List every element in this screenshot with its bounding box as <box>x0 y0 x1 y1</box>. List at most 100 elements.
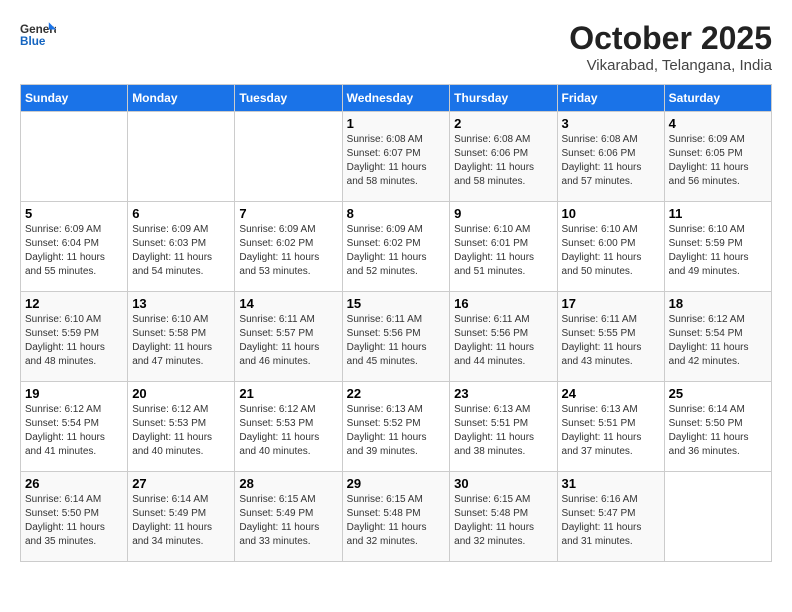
table-row <box>128 112 235 202</box>
day-info: Sunrise: 6:08 AM Sunset: 6:06 PM Dayligh… <box>454 133 552 189</box>
day-number: 25 <box>669 386 767 401</box>
table-row: 25 Sunrise: 6:14 AM Sunset: 5:50 PM Dayli… <box>664 382 771 472</box>
day-number: 24 <box>562 386 660 401</box>
day-info: Sunrise: 6:10 AM Sunset: 6:01 PM Dayligh… <box>454 223 552 279</box>
day-info: Sunrise: 6:10 AM Sunset: 5:59 PM Dayligh… <box>25 313 123 369</box>
day-number: 14 <box>239 296 337 311</box>
day-info: Sunrise: 6:09 AM Sunset: 6:04 PM Dayligh… <box>25 223 123 279</box>
day-info: Sunrise: 6:13 AM Sunset: 5:51 PM Dayligh… <box>562 403 660 459</box>
day-info: Sunrise: 6:08 AM Sunset: 6:07 PM Dayligh… <box>347 133 446 189</box>
day-number: 11 <box>669 206 767 221</box>
table-row: 6Sunrise: 6:09 AM Sunset: 6:03 PM Daylig… <box>128 202 235 292</box>
day-info: Sunrise: 6:14 AM Sunset: 5:50 PM Dayligh… <box>669 403 767 459</box>
day-info: Sunrise: 6:16 AM Sunset: 5:47 PM Dayligh… <box>562 493 660 549</box>
header-tuesday: Tuesday <box>235 85 342 112</box>
day-info: Sunrise: 6:12 AM Sunset: 5:53 PM Dayligh… <box>239 403 337 459</box>
day-info: Sunrise: 6:14 AM Sunset: 5:49 PM Dayligh… <box>132 493 230 549</box>
day-number: 9 <box>454 206 552 221</box>
day-number: 26 <box>25 476 123 491</box>
day-number: 7 <box>239 206 337 221</box>
table-row: 1 Sunrise: 6:08 AM Sunset: 6:07 PM Daylig… <box>342 112 450 202</box>
day-info: Sunrise: 6:12 AM Sunset: 5:53 PM Dayligh… <box>132 403 230 459</box>
day-number: 20 <box>132 386 230 401</box>
day-info: Sunrise: 6:13 AM Sunset: 5:51 PM Dayligh… <box>454 403 552 459</box>
day-info: Sunrise: 6:10 AM Sunset: 6:00 PM Dayligh… <box>562 223 660 279</box>
table-row: 4 Sunrise: 6:09 AM Sunset: 6:05 PM Daylig… <box>664 112 771 202</box>
table-row <box>21 112 128 202</box>
table-row: 22 Sunrise: 6:13 AM Sunset: 5:52 PM Dayli… <box>342 382 450 472</box>
calendar-week-row: 12 Sunrise: 6:10 AM Sunset: 5:59 PM Dayli… <box>21 292 772 382</box>
table-row: 24 Sunrise: 6:13 AM Sunset: 5:51 PM Dayli… <box>557 382 664 472</box>
header-thursday: Thursday <box>450 85 557 112</box>
day-info: Sunrise: 6:14 AM Sunset: 5:50 PM Dayligh… <box>25 493 123 549</box>
logo: General Blue <box>20 20 56 48</box>
day-number: 16 <box>454 296 552 311</box>
day-info: Sunrise: 6:08 AM Sunset: 6:06 PM Dayligh… <box>562 133 660 189</box>
day-number: 28 <box>239 476 337 491</box>
table-row: 29Sunrise: 6:15 AM Sunset: 5:48 PM Dayli… <box>342 472 450 562</box>
table-row: 18 Sunrise: 6:12 AM Sunset: 5:54 PM Dayli… <box>664 292 771 382</box>
day-number: 31 <box>562 476 660 491</box>
table-row: 7 Sunrise: 6:09 AM Sunset: 6:02 PM Daylig… <box>235 202 342 292</box>
logo-icon: General Blue <box>20 20 56 48</box>
table-row: 12 Sunrise: 6:10 AM Sunset: 5:59 PM Dayli… <box>21 292 128 382</box>
table-row: 2Sunrise: 6:08 AM Sunset: 6:06 PM Daylig… <box>450 112 557 202</box>
day-number: 3 <box>562 116 660 131</box>
day-number: 30 <box>454 476 552 491</box>
day-info: Sunrise: 6:12 AM Sunset: 5:54 PM Dayligh… <box>669 313 767 369</box>
month-title: October 2025 <box>569 20 772 57</box>
table-row: 15 Sunrise: 6:11 AM Sunset: 5:56 PM Dayli… <box>342 292 450 382</box>
table-row: 30 Sunrise: 6:15 AM Sunset: 5:48 PM Dayli… <box>450 472 557 562</box>
table-row: 21 Sunrise: 6:12 AM Sunset: 5:53 PM Dayli… <box>235 382 342 472</box>
day-number: 1 <box>347 116 446 131</box>
day-number: 8 <box>347 206 446 221</box>
day-number: 18 <box>669 296 767 311</box>
day-number: 15 <box>347 296 446 311</box>
day-number: 23 <box>454 386 552 401</box>
day-info: Sunrise: 6:11 AM Sunset: 5:56 PM Dayligh… <box>347 313 446 369</box>
calendar-header-row: Sunday Monday Tuesday Wednesday Thursday… <box>21 85 772 112</box>
calendar-week-row: 19 Sunrise: 6:12 AM Sunset: 5:54 PM Dayli… <box>21 382 772 472</box>
svg-text:Blue: Blue <box>20 35 46 48</box>
calendar-week-row: 26 Sunrise: 6:14 AM Sunset: 5:50 PM Dayli… <box>21 472 772 562</box>
day-number: 4 <box>669 116 767 131</box>
day-info: Sunrise: 6:13 AM Sunset: 5:52 PM Dayligh… <box>347 403 446 459</box>
day-info: Sunrise: 6:09 AM Sunset: 6:05 PM Dayligh… <box>669 133 767 189</box>
table-row <box>235 112 342 202</box>
table-row: 26 Sunrise: 6:14 AM Sunset: 5:50 PM Dayli… <box>21 472 128 562</box>
day-number: 21 <box>239 386 337 401</box>
calendar-table: Sunday Monday Tuesday Wednesday Thursday… <box>20 84 772 562</box>
table-row: 5Sunrise: 6:09 AM Sunset: 6:04 PM Daylig… <box>21 202 128 292</box>
day-info: Sunrise: 6:10 AM Sunset: 5:59 PM Dayligh… <box>669 223 767 279</box>
day-info: Sunrise: 6:11 AM Sunset: 5:55 PM Dayligh… <box>562 313 660 369</box>
day-info: Sunrise: 6:11 AM Sunset: 5:57 PM Dayligh… <box>239 313 337 369</box>
table-row: 9 Sunrise: 6:10 AM Sunset: 6:01 PM Daylig… <box>450 202 557 292</box>
day-number: 17 <box>562 296 660 311</box>
day-info: Sunrise: 6:15 AM Sunset: 5:48 PM Dayligh… <box>347 493 446 549</box>
calendar-week-row: 1 Sunrise: 6:08 AM Sunset: 6:07 PM Daylig… <box>21 112 772 202</box>
header-saturday: Saturday <box>664 85 771 112</box>
table-row: 13 Sunrise: 6:10 AM Sunset: 5:58 PM Dayli… <box>128 292 235 382</box>
day-number: 19 <box>25 386 123 401</box>
day-number: 13 <box>132 296 230 311</box>
day-info: Sunrise: 6:11 AM Sunset: 5:56 PM Dayligh… <box>454 313 552 369</box>
table-row: 31 Sunrise: 6:16 AM Sunset: 5:47 PM Dayli… <box>557 472 664 562</box>
day-number: 12 <box>25 296 123 311</box>
page-header: General Blue October 2025 Vikarabad, Tel… <box>20 20 772 74</box>
table-row: 28 Sunrise: 6:15 AM Sunset: 5:49 PM Dayli… <box>235 472 342 562</box>
day-info: Sunrise: 6:10 AM Sunset: 5:58 PM Dayligh… <box>132 313 230 369</box>
day-number: 6 <box>132 206 230 221</box>
header-wednesday: Wednesday <box>342 85 450 112</box>
table-row: 17 Sunrise: 6:11 AM Sunset: 5:55 PM Dayli… <box>557 292 664 382</box>
day-info: Sunrise: 6:12 AM Sunset: 5:54 PM Dayligh… <box>25 403 123 459</box>
table-row: 14 Sunrise: 6:11 AM Sunset: 5:57 PM Dayli… <box>235 292 342 382</box>
day-info: Sunrise: 6:15 AM Sunset: 5:48 PM Dayligh… <box>454 493 552 549</box>
day-info: Sunrise: 6:15 AM Sunset: 5:49 PM Dayligh… <box>239 493 337 549</box>
header-monday: Monday <box>128 85 235 112</box>
table-row: 19 Sunrise: 6:12 AM Sunset: 5:54 PM Dayli… <box>21 382 128 472</box>
day-info: Sunrise: 6:09 AM Sunset: 6:02 PM Dayligh… <box>239 223 337 279</box>
table-row: 8Sunrise: 6:09 AM Sunset: 6:02 PM Daylig… <box>342 202 450 292</box>
header-friday: Friday <box>557 85 664 112</box>
day-number: 22 <box>347 386 446 401</box>
table-row: 27Sunrise: 6:14 AM Sunset: 5:49 PM Dayli… <box>128 472 235 562</box>
